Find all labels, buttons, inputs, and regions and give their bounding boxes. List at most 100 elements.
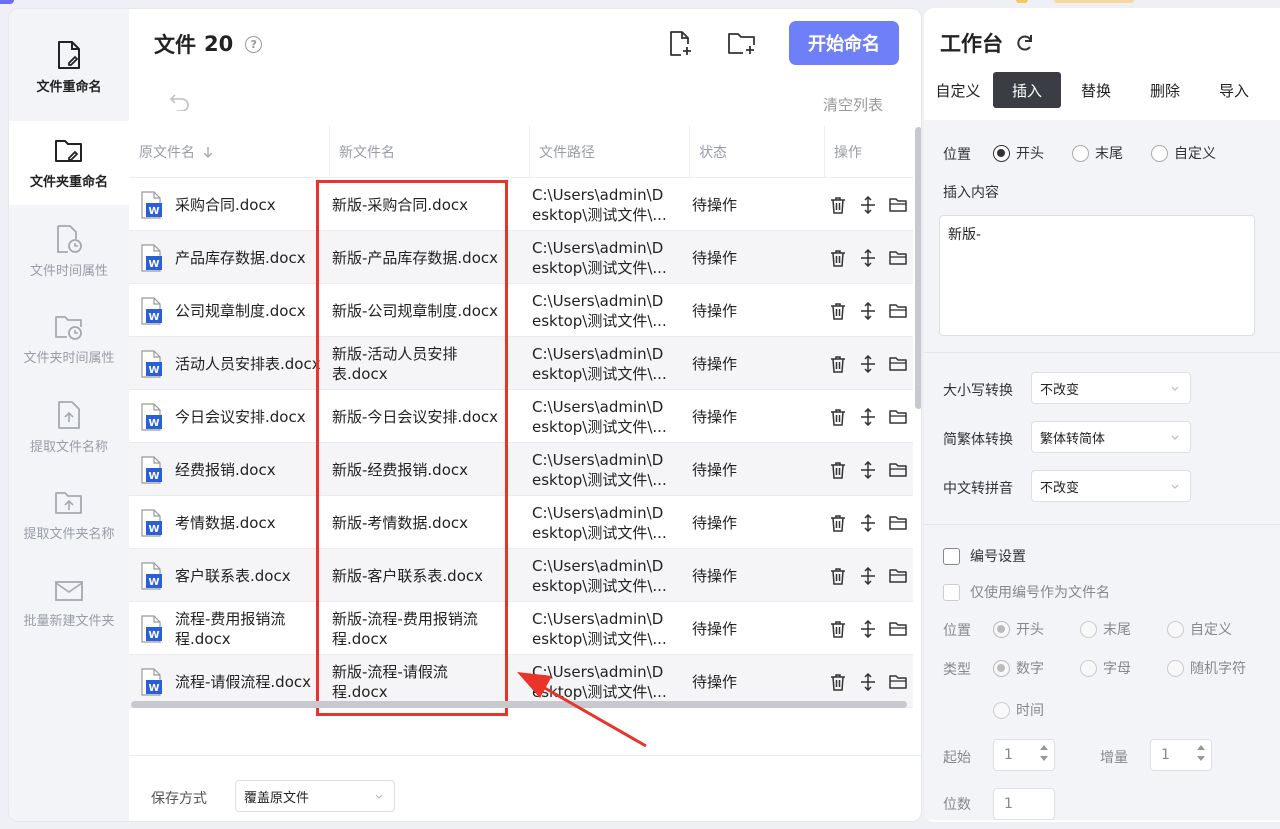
start-value: 1 <box>1004 747 1013 763</box>
type-number-radio[interactable]: 数字 <box>993 658 1044 678</box>
open-folder-button[interactable] <box>889 196 907 214</box>
num-position-start-radio[interactable]: 开头 <box>993 619 1044 639</box>
move-row-button[interactable] <box>859 513 877 532</box>
file-table-body: W 采购合同.docx 新版-采购合同.docx C:\Users\admin\Des… <box>129 178 913 708</box>
folder-edit-icon <box>55 139 82 162</box>
move-row-button[interactable] <box>859 195 877 214</box>
table-row[interactable]: W 产品库存数据.docx 新版-产品库存数据.docx C:\Users\admin… <box>129 231 913 284</box>
delete-row-button[interactable] <box>829 567 847 585</box>
table-row[interactable]: W 今日会议安排.docx 新版-今日会议安排.docx C:\Users\admin… <box>129 390 913 443</box>
sidebar-item-file-rename[interactable]: 文件重命名 <box>9 25 129 109</box>
numbering-checkbox[interactable]: 编号设置 <box>943 546 1026 566</box>
delete-row-button[interactable] <box>829 408 847 426</box>
column-new-name: 新文件名 <box>339 145 395 161</box>
move-row-button[interactable] <box>859 248 877 267</box>
type-letter-radio[interactable]: 字母 <box>1080 658 1131 678</box>
stepper-arrows[interactable] <box>1197 744 1205 762</box>
open-folder-button[interactable] <box>889 514 907 532</box>
position-end-radio[interactable]: 末尾 <box>1072 143 1123 163</box>
stepper-arrows[interactable] <box>1040 744 1048 762</box>
insert-content-label: 插入内容 <box>943 185 999 201</box>
num-position-end-radio[interactable]: 末尾 <box>1080 619 1131 639</box>
table-row[interactable]: W 采购合同.docx 新版-采购合同.docx C:\Users\admin\Des… <box>129 178 913 231</box>
only-number-checkbox[interactable]: 仅使用编号作为文件名 <box>943 582 1110 602</box>
sidebar-item-folder-time[interactable]: 文件夹时间属性 <box>9 297 129 381</box>
help-icon[interactable]: ? <box>245 35 263 53</box>
trad-select[interactable]: 繁体转简体 <box>1031 421 1191 453</box>
move-row-button[interactable] <box>859 619 877 638</box>
delete-row-button[interactable] <box>829 302 847 320</box>
insert-content-input[interactable]: 新版- <box>939 215 1255 336</box>
start-rename-button[interactable]: 开始命名 <box>789 21 899 65</box>
file-count: 20 <box>204 32 234 56</box>
step-stepper[interactable]: 1 <box>1150 739 1212 771</box>
position-start-radio[interactable]: 开头 <box>993 143 1044 163</box>
open-folder-button[interactable] <box>889 249 907 267</box>
table-row[interactable]: W 公司规章制度.docx 新版-公司规章制度.docx C:\Users\admin… <box>129 284 913 337</box>
word-doc-icon: W <box>141 614 162 643</box>
caret-down-icon <box>1040 756 1048 761</box>
save-mode-select[interactable]: 覆盖原文件 <box>235 780 395 812</box>
open-folder-button[interactable] <box>889 673 907 691</box>
sidebar-item-folder-rename[interactable]: 文件夹重命名 <box>9 121 129 205</box>
table-row[interactable]: W 考情数据.docx 新版-考情数据.docx C:\Users\admin\Des… <box>129 496 913 549</box>
checkbox-box <box>943 547 960 565</box>
pinyin-select[interactable]: 不改变 <box>1031 470 1191 502</box>
type-random-radio[interactable]: 随机字符 <box>1167 658 1246 678</box>
tab-import[interactable]: 导入 <box>1200 72 1268 108</box>
position-custom-radio[interactable]: 自定义 <box>1151 143 1216 163</box>
delete-row-button[interactable] <box>829 673 847 691</box>
table-row[interactable]: W 活动人员安排表.docx 新版-活动人员安排表.docx C:\Users\adm… <box>129 337 913 390</box>
delete-row-button[interactable] <box>829 620 847 638</box>
radio-label: 末尾 <box>1095 146 1123 162</box>
type-time-radio[interactable]: 时间 <box>993 700 1044 720</box>
case-select[interactable]: 不改变 <box>1031 372 1191 404</box>
table-row[interactable]: W 经费报销.docx 新版-经费报销.docx C:\Users\admin\Des… <box>129 443 913 496</box>
horizontal-scrollbar[interactable] <box>131 701 907 708</box>
move-row-button[interactable] <box>859 672 877 691</box>
tab-replace[interactable]: 替换 <box>1062 72 1130 108</box>
refresh-icon[interactable] <box>1015 33 1035 53</box>
radio-dot <box>1080 659 1097 677</box>
table-row[interactable]: W 流程-费用报销流程.docx 新版-流程-费用报销流程.docx C:\Users… <box>129 602 913 655</box>
tab-custom[interactable]: 自定义 <box>924 72 992 108</box>
sidebar-item-extract-folder-names[interactable]: 提取文件夹名称 <box>9 473 129 557</box>
folder-open-icon <box>889 568 907 583</box>
open-folder-button[interactable] <box>889 302 907 320</box>
open-folder-button[interactable] <box>889 355 907 373</box>
delete-row-button[interactable] <box>829 196 847 214</box>
tab-delete[interactable]: 删除 <box>1131 72 1199 108</box>
tab-insert[interactable]: 插入 <box>993 72 1061 108</box>
trash-icon <box>831 302 845 320</box>
vertical-scrollbar[interactable] <box>915 127 921 409</box>
ops-cell <box>829 337 913 390</box>
ops-cell <box>829 231 913 284</box>
move-row-button[interactable] <box>859 407 877 426</box>
delete-row-button[interactable] <box>829 249 847 267</box>
open-folder-button[interactable] <box>889 461 907 479</box>
add-file-button[interactable] <box>666 29 696 59</box>
sidebar-item-batch-new-folder[interactable]: 批量新建文件夹 <box>9 561 129 645</box>
table-row[interactable]: W 客户联系表.docx 新版-客户联系表.docx C:\Users\admin\D… <box>129 549 913 602</box>
move-row-button[interactable] <box>859 301 877 320</box>
open-folder-button[interactable] <box>889 620 907 638</box>
delete-row-button[interactable] <box>829 461 847 479</box>
open-folder-button[interactable] <box>889 408 907 426</box>
undo-button[interactable] <box>169 93 191 115</box>
digits-stepper[interactable]: 1 <box>993 788 1055 820</box>
add-folder-button[interactable] <box>727 29 757 59</box>
move-row-button[interactable] <box>859 460 877 479</box>
open-folder-button[interactable] <box>889 567 907 585</box>
move-row-button[interactable] <box>859 566 877 585</box>
column-ops: 操作 <box>834 145 862 161</box>
start-stepper[interactable]: 1 <box>993 739 1055 771</box>
word-doc-icon: W <box>141 455 162 484</box>
column-original-name[interactable]: 原文件名 <box>129 126 329 178</box>
delete-row-button[interactable] <box>829 514 847 532</box>
sidebar-item-extract-file-names[interactable]: 提取文件名称 <box>9 385 129 469</box>
delete-row-button[interactable] <box>829 355 847 373</box>
move-row-button[interactable] <box>859 354 877 373</box>
sidebar-item-file-time[interactable]: 文件时间属性 <box>9 209 129 293</box>
clear-list-button[interactable]: 清空列表 <box>823 94 883 115</box>
num-position-custom-radio[interactable]: 自定义 <box>1167 619 1232 639</box>
